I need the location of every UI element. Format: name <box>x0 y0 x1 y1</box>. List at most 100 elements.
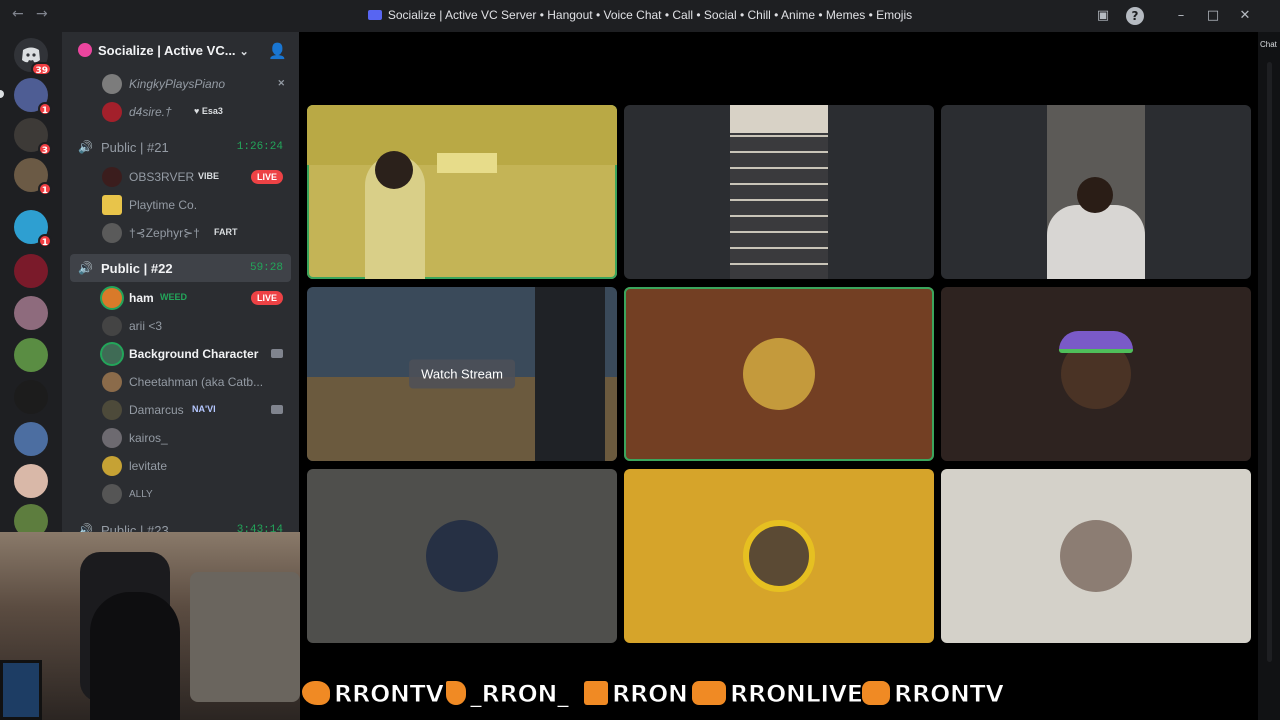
user-name: kairos_ <box>129 431 168 445</box>
user-name: levitate <box>129 459 168 473</box>
youtube-icon <box>692 681 726 705</box>
avatar <box>102 74 122 94</box>
close-icon[interactable]: ✕ <box>1236 7 1254 25</box>
voice-user[interactable]: ALLY <box>62 480 299 508</box>
server-icon-small <box>78 43 92 57</box>
speaker-icon: 🔊 <box>78 261 93 275</box>
voice-channel-23[interactable]: 🔊 Public | #23 3:43:14 <box>62 516 299 532</box>
help-icon[interactable]: ? <box>1126 7 1144 25</box>
server-badge: 1 <box>37 234 52 248</box>
user-avatar <box>426 520 498 592</box>
server-icon[interactable] <box>14 254 48 288</box>
voice-user[interactable]: Cheetahman (aka Catb... <box>62 368 299 396</box>
user-avatar <box>743 520 815 592</box>
live-badge: LIVE <box>250 291 283 305</box>
video-person-head <box>1077 177 1113 213</box>
user-name: KingkyPlaysPiano <box>129 77 226 91</box>
voice-user[interactable]: †⊰Zephyr⊱† FART <box>62 219 299 247</box>
voice-user[interactable]: ham WEED LIVE <box>62 284 299 312</box>
server-header[interactable]: Socialize | Active VC... ⌄ 👤 <box>62 32 299 72</box>
voice-user[interactable]: Playtime Co. <box>62 191 299 219</box>
instagram-handle: RRONTV <box>862 680 1004 710</box>
video-tile-person[interactable] <box>941 105 1251 279</box>
server-icon[interactable] <box>14 380 48 414</box>
server-icon[interactable]: 1 <box>14 210 52 248</box>
video-tile-backrooms[interactable] <box>307 105 617 279</box>
voice-user[interactable]: KingkyPlaysPiano ✕ <box>62 70 299 98</box>
voice-user[interactable]: kairos_ <box>62 424 299 452</box>
voice-channel-21[interactable]: 🔊 Public | #21 1:26:24 <box>62 133 299 161</box>
channel-timer: 59:28 <box>249 262 283 274</box>
camera-icon <box>271 349 283 358</box>
user-tag: FART <box>214 227 238 237</box>
kick-text: RRON <box>611 680 688 709</box>
server-badge: 1 <box>37 102 52 116</box>
video-tile-avatar[interactable] <box>941 469 1251 643</box>
add-user-icon[interactable]: 👤 <box>268 42 287 60</box>
home-badge: 39 <box>31 62 52 76</box>
user-name: d4sire.† <box>129 105 172 119</box>
voice-user[interactable]: arii <3 <box>62 312 299 340</box>
inbox-icon[interactable]: ▣ <box>1094 7 1112 25</box>
user-name: †⊰Zephyr⊱† <box>129 226 200 240</box>
speaker-icon: 🔊 <box>78 523 93 532</box>
voice-user[interactable]: levitate <box>62 452 299 480</box>
server-icon[interactable] <box>14 338 48 372</box>
channel-timer: 1:26:24 <box>236 141 283 153</box>
video-tile-avatar[interactable] <box>624 469 934 643</box>
tiktok-text: _RRON_ <box>469 680 569 709</box>
user-avatar <box>1060 520 1132 592</box>
stream-tile[interactable]: Watch Stream <box>307 287 617 461</box>
avatar <box>102 484 122 504</box>
server-icon[interactable] <box>14 422 48 456</box>
server-icon[interactable] <box>14 296 48 330</box>
chevron-down-icon: ⌄ <box>239 46 249 58</box>
server-rail: 39 1 3 1 1 <box>0 32 62 538</box>
instagram-icon <box>862 681 890 705</box>
server-socialize-icon[interactable]: 1 <box>14 78 52 116</box>
video-person <box>1047 205 1145 279</box>
minimize-icon[interactable]: – <box>1172 7 1190 25</box>
tiktok-icon <box>446 681 466 705</box>
twitter-handle: RRONTV <box>302 680 444 710</box>
voice-channel-22[interactable]: 🔊 Public | #22 59:28 <box>70 254 291 282</box>
user-name: ALLY <box>129 489 153 500</box>
webcam-monitor <box>0 660 42 720</box>
avatar <box>102 316 122 336</box>
home-discord-icon[interactable]: 39 <box>14 38 52 76</box>
user-name: ham <box>129 291 154 305</box>
stream-pillar <box>535 287 605 461</box>
user-tag: ♥ Esa3 <box>194 106 223 116</box>
server-icon[interactable] <box>14 464 48 498</box>
user-avatar <box>743 338 815 410</box>
streamer-webcam-overlay <box>0 532 300 720</box>
video-tile-bookshelf[interactable] <box>624 105 934 279</box>
video-tile-avatar[interactable] <box>941 287 1251 461</box>
window-title: Socialize | Active VC Server • Hangout •… <box>0 8 1280 22</box>
video-person-head <box>375 151 413 189</box>
voice-user[interactable]: Background Character <box>62 340 299 368</box>
server-icon[interactable]: 3 <box>14 118 52 156</box>
kick-icon <box>584 681 608 705</box>
voice-user[interactable]: Damarcus NA'VI <box>62 396 299 424</box>
channel-name: Public | #22 <box>101 261 173 276</box>
channel-name: Public | #21 <box>101 140 169 155</box>
twitter-icon <box>302 681 330 705</box>
scrollbar[interactable] <box>1267 62 1272 662</box>
video-tile-avatar-speaking[interactable] <box>624 287 934 461</box>
avatar <box>102 456 122 476</box>
server-icon[interactable]: 1 <box>14 158 52 196</box>
watch-stream-button[interactable]: Watch Stream <box>409 359 515 389</box>
webcam-sofa <box>190 572 300 702</box>
server-badge: 1 <box>37 182 52 196</box>
avatar <box>102 344 122 364</box>
user-name: Background Character <box>129 347 259 361</box>
maximize-icon[interactable]: □ <box>1204 7 1222 25</box>
voice-user[interactable]: d4sire.† ♥ Esa3 <box>62 98 299 126</box>
user-name: Damarcus <box>129 403 184 417</box>
video-tile-avatar[interactable] <box>307 469 617 643</box>
avatar <box>102 102 122 122</box>
voice-user[interactable]: OBS3RVER VIBE LIVE <box>62 163 299 191</box>
chat-toggle[interactable]: Chat <box>1260 40 1277 49</box>
live-badge: LIVE <box>250 170 283 184</box>
